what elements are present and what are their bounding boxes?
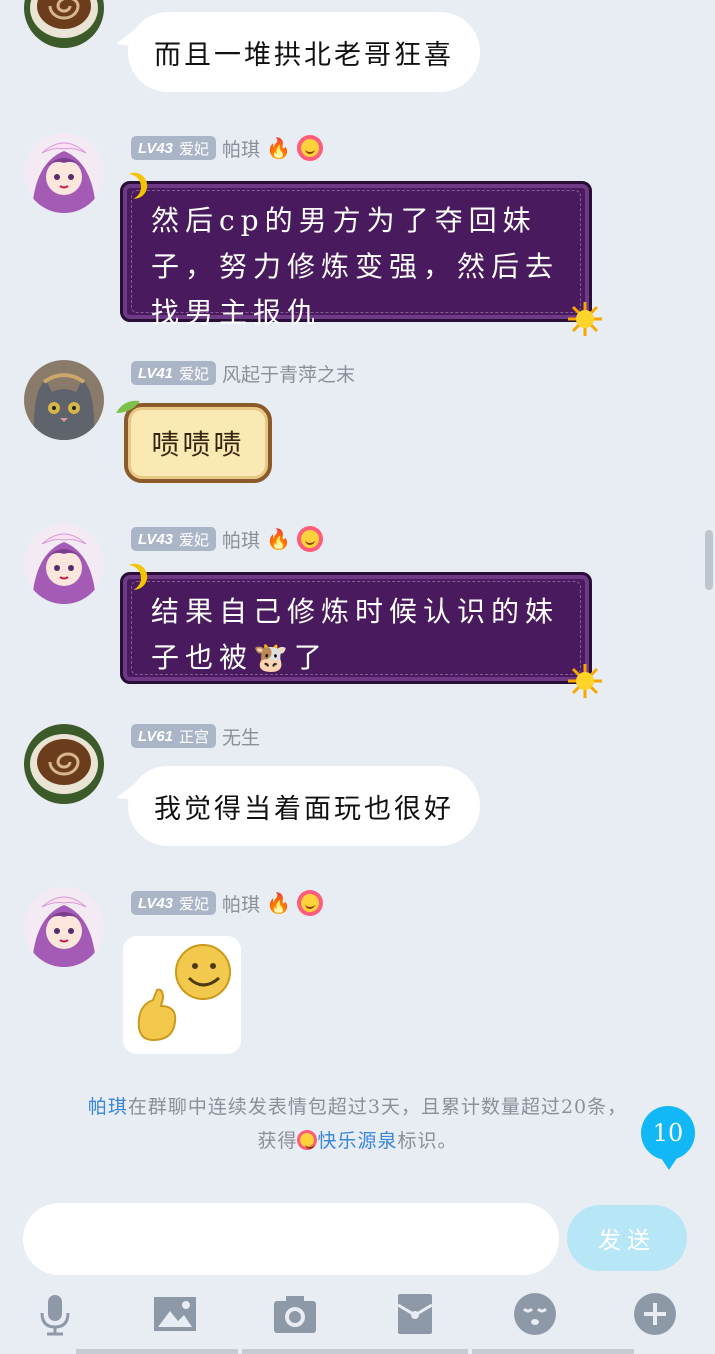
message-bubble[interactable]: 结果自己修炼时候认识的妹 子也被🐮了 (120, 572, 602, 698)
avatar-patchouli[interactable] (24, 887, 104, 967)
message-bubble[interactable]: 而且一堆拱北老哥狂喜 (116, 12, 480, 92)
avatar-coffee[interactable] (24, 724, 104, 804)
emoji-button[interactable] (510, 1289, 560, 1339)
message-input[interactable] (23, 1203, 559, 1275)
avatar-patchouli[interactable] (24, 524, 104, 604)
scrollbar-thumb[interactable] (705, 530, 713, 590)
message-text-line: 然后cp的男方为了夺回妹 (151, 204, 537, 237)
tab-indicator-line (242, 1349, 468, 1354)
tab-indicator-line (472, 1349, 634, 1354)
red-packet-icon (397, 1294, 433, 1334)
sender-name[interactable]: 帕琪 (222, 135, 260, 162)
unread-count-bubble[interactable]: 10 (641, 1106, 695, 1170)
image-icon (154, 1297, 196, 1331)
message-bubble[interactable]: 啧啧啧 (116, 400, 272, 483)
message-text: 我觉得当着面玩也很好 (154, 793, 454, 825)
sender-meta: LV43 爱妃 帕琪 🔥 (131, 890, 323, 916)
flame-icon: 🔥 (266, 527, 291, 551)
happy-flower-badge-icon (296, 526, 323, 552)
message-text-line: 子也被🐮了 (151, 641, 328, 674)
sender-meta: LV43 爱妃 帕琪 🔥 (131, 526, 323, 552)
smiley-thumbs-up-sticker[interactable] (123, 936, 241, 1054)
system-notice: 帕琪在群聊中连续发表情包超过3天，且累计数量超过20条， 获得 快乐源泉标识。 (0, 1090, 715, 1158)
moon-icon (110, 560, 146, 596)
avatar-cat[interactable] (24, 360, 104, 440)
chat-message-list[interactable]: 而且一堆拱北老哥狂喜 LV43 爱妃 帕琪 🔥 然后cp的男方为了夺回妹 子，努力… (0, 0, 715, 1185)
image-button[interactable] (150, 1289, 200, 1339)
sender-name[interactable]: 风起于青萍之末 (222, 360, 355, 387)
sender-name[interactable]: 无生 (222, 723, 260, 750)
message-text: 而且一堆拱北老哥狂喜 (154, 39, 454, 71)
level-badge: LV43 爱妃 (131, 527, 217, 551)
avatar-coffee[interactable] (24, 0, 104, 48)
sender-meta: LV43 爱妃 帕琪 🔥 (131, 135, 323, 161)
more-button[interactable] (630, 1289, 680, 1339)
sender-meta: LV41 爱妃 风起于青萍之末 (131, 360, 355, 386)
system-notice-line: 获得 快乐源泉标识。 (257, 1130, 458, 1152)
message-text-line: 找男主报仇 (151, 296, 322, 329)
voice-button[interactable] (30, 1289, 80, 1339)
sender-meta: LV61 正宫 无生 (131, 723, 260, 749)
happy-flower-badge-icon (296, 890, 323, 916)
message-bubble[interactable]: 我觉得当着面玩也很好 (116, 766, 480, 846)
flame-icon: 🔥 (266, 136, 291, 160)
flame-icon: 🔥 (266, 891, 291, 915)
level-badge: LV43 爱妃 (131, 891, 217, 915)
system-notice-line: 帕琪在群聊中连续发表情包超过3天，且累计数量超过20条， (87, 1096, 628, 1118)
level-badge: LV43 爱妃 (131, 136, 217, 160)
badge-name-link[interactable]: 快乐源泉 (317, 1130, 397, 1152)
level-badge: LV41 爱妃 (131, 361, 217, 385)
moon-icon (110, 169, 146, 205)
red-packet-button[interactable] (390, 1289, 440, 1339)
message-composer: 发送 (0, 1185, 715, 1354)
sun-icon (568, 302, 602, 336)
message-bubble[interactable]: 然后cp的男方为了夺回妹 子，努力修炼变强，然后去 找男主报仇 (120, 181, 602, 336)
cow-emoji-icon: 🐮 (253, 641, 294, 674)
sender-name[interactable]: 帕琪 (222, 526, 260, 553)
sender-name[interactable]: 帕琪 (222, 890, 260, 917)
leaf-icon (116, 400, 140, 413)
level-badge: LV61 正宫 (131, 724, 217, 748)
happy-flower-badge-icon (296, 135, 323, 161)
emoji-icon (514, 1293, 556, 1335)
plus-icon (634, 1293, 676, 1335)
send-button[interactable]: 发送 (567, 1205, 687, 1271)
microphone-icon (40, 1295, 70, 1336)
tab-indicator-line (76, 1349, 238, 1354)
message-text-line: 结果自己修炼时候认识的妹 (151, 595, 560, 628)
sun-icon (568, 664, 602, 698)
camera-icon (274, 1296, 316, 1333)
unread-count: 10 (652, 1119, 684, 1147)
happy-flower-badge-icon (297, 1130, 318, 1150)
avatar-patchouli[interactable] (24, 133, 104, 213)
message-text: 啧啧啧 (151, 428, 245, 461)
notice-user-link[interactable]: 帕琪 (88, 1096, 128, 1118)
camera-button[interactable] (270, 1289, 320, 1339)
input-toolbar (0, 1285, 715, 1345)
message-text-line: 子，努力修炼变强，然后去 (151, 250, 560, 283)
